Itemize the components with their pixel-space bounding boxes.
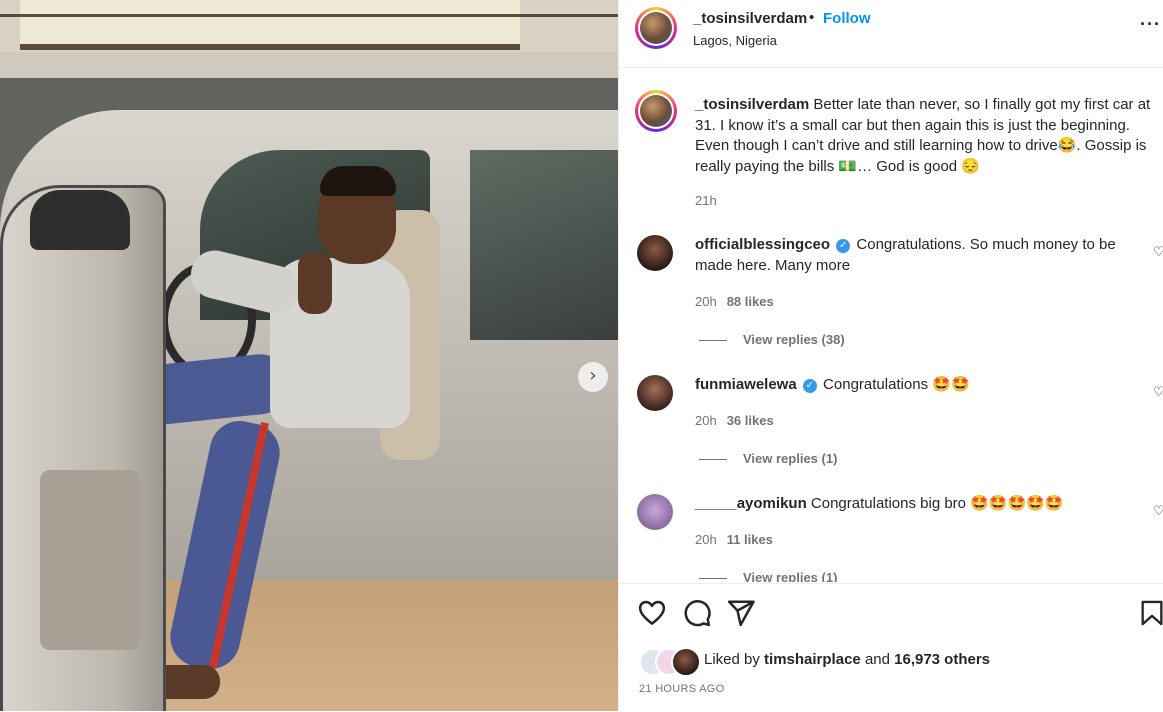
bookmark-icon[interactable] (1138, 598, 1163, 628)
liked-by-user[interactable]: timshairplace (764, 651, 861, 668)
comment-icon[interactable] (682, 598, 712, 628)
comment-avatar[interactable] (637, 494, 673, 530)
comment-likes[interactable]: 36 likes (727, 413, 774, 428)
carousel-next-button[interactable]: › (578, 362, 608, 392)
comment-like-heart-icon[interactable]: ♡ (1153, 244, 1163, 260)
person-hair (320, 166, 396, 196)
post-actions: Liked by timshairplace and 16,973 others… (619, 583, 1163, 712)
more-options-icon[interactable]: ··· (1140, 14, 1161, 35)
post-timestamp[interactable]: 21 HOURS AGO (639, 683, 725, 695)
comment-like-heart-icon[interactable]: ♡ (1153, 503, 1163, 519)
follow-button[interactable]: Follow (823, 10, 871, 27)
post-details-pane: _tosinsilverdam • Follow Lagos, Nigeria … (618, 0, 1163, 711)
comment-likes[interactable]: 11 likes (727, 532, 773, 547)
comment-text: funmiawelewa ✓ Congratulations 🤩🤩 (695, 376, 970, 393)
comment-username[interactable]: officialblessingceo (695, 236, 830, 253)
avatar[interactable] (635, 7, 677, 49)
comment-username[interactable]: funmiawelewa (695, 376, 797, 393)
comment-text: _____ayomikun Congratulations big bro 🤩🤩… (695, 495, 1064, 512)
beam (0, 52, 618, 78)
share-icon[interactable] (726, 598, 756, 628)
comment-meta: 20h 36 likes (695, 413, 774, 428)
post-username[interactable]: _tosinsilverdam (693, 10, 807, 27)
post-location[interactable]: Lagos, Nigeria (693, 33, 777, 48)
caption-time: 21h (695, 193, 717, 208)
comment-meta: 20h 11 likes (695, 532, 773, 547)
comment-avatar[interactable] (637, 375, 673, 411)
railing (0, 14, 618, 17)
background-window (20, 0, 520, 50)
heart-icon[interactable] (637, 598, 667, 628)
comment-username[interactable]: _____ayomikun (695, 495, 807, 512)
comment-meta: 20h 88 likes (695, 294, 774, 309)
car-mirror (30, 190, 130, 250)
comment-avatar[interactable] (637, 235, 673, 271)
caption-avatar[interactable] (635, 90, 677, 132)
view-replies-button[interactable]: View replies (1) (699, 570, 837, 582)
verified-icon: ✓ (836, 239, 851, 253)
comment-like-heart-icon[interactable]: ♡ (1153, 384, 1163, 400)
comments-list[interactable]: _tosinsilverdam Better late than never, … (619, 68, 1163, 582)
comment-likes[interactable]: 88 likes (727, 294, 774, 309)
caption-username[interactable]: _tosinsilverdam (695, 96, 809, 113)
separator: • (809, 9, 815, 26)
car-rear-window (470, 150, 618, 340)
post-photo[interactable]: › (0, 0, 618, 711)
caption-text: _tosinsilverdam Better late than never, … (695, 95, 1163, 177)
liked-by-text: Liked by timshairplace and 16,973 others (704, 651, 991, 668)
view-replies-button[interactable]: View replies (38) (699, 332, 845, 347)
view-replies-button[interactable]: View replies (1) (699, 451, 837, 466)
car-door-panel (40, 470, 140, 650)
comment-text: officialblessingceo ✓ Congratulations. S… (695, 236, 1116, 274)
liked-by-others[interactable]: 16,973 others (894, 651, 990, 668)
post-header: _tosinsilverdam • Follow Lagos, Nigeria … (619, 0, 1163, 68)
verified-icon: ✓ (802, 379, 817, 393)
liker-avatar[interactable] (671, 647, 701, 677)
person-hand (298, 252, 332, 314)
